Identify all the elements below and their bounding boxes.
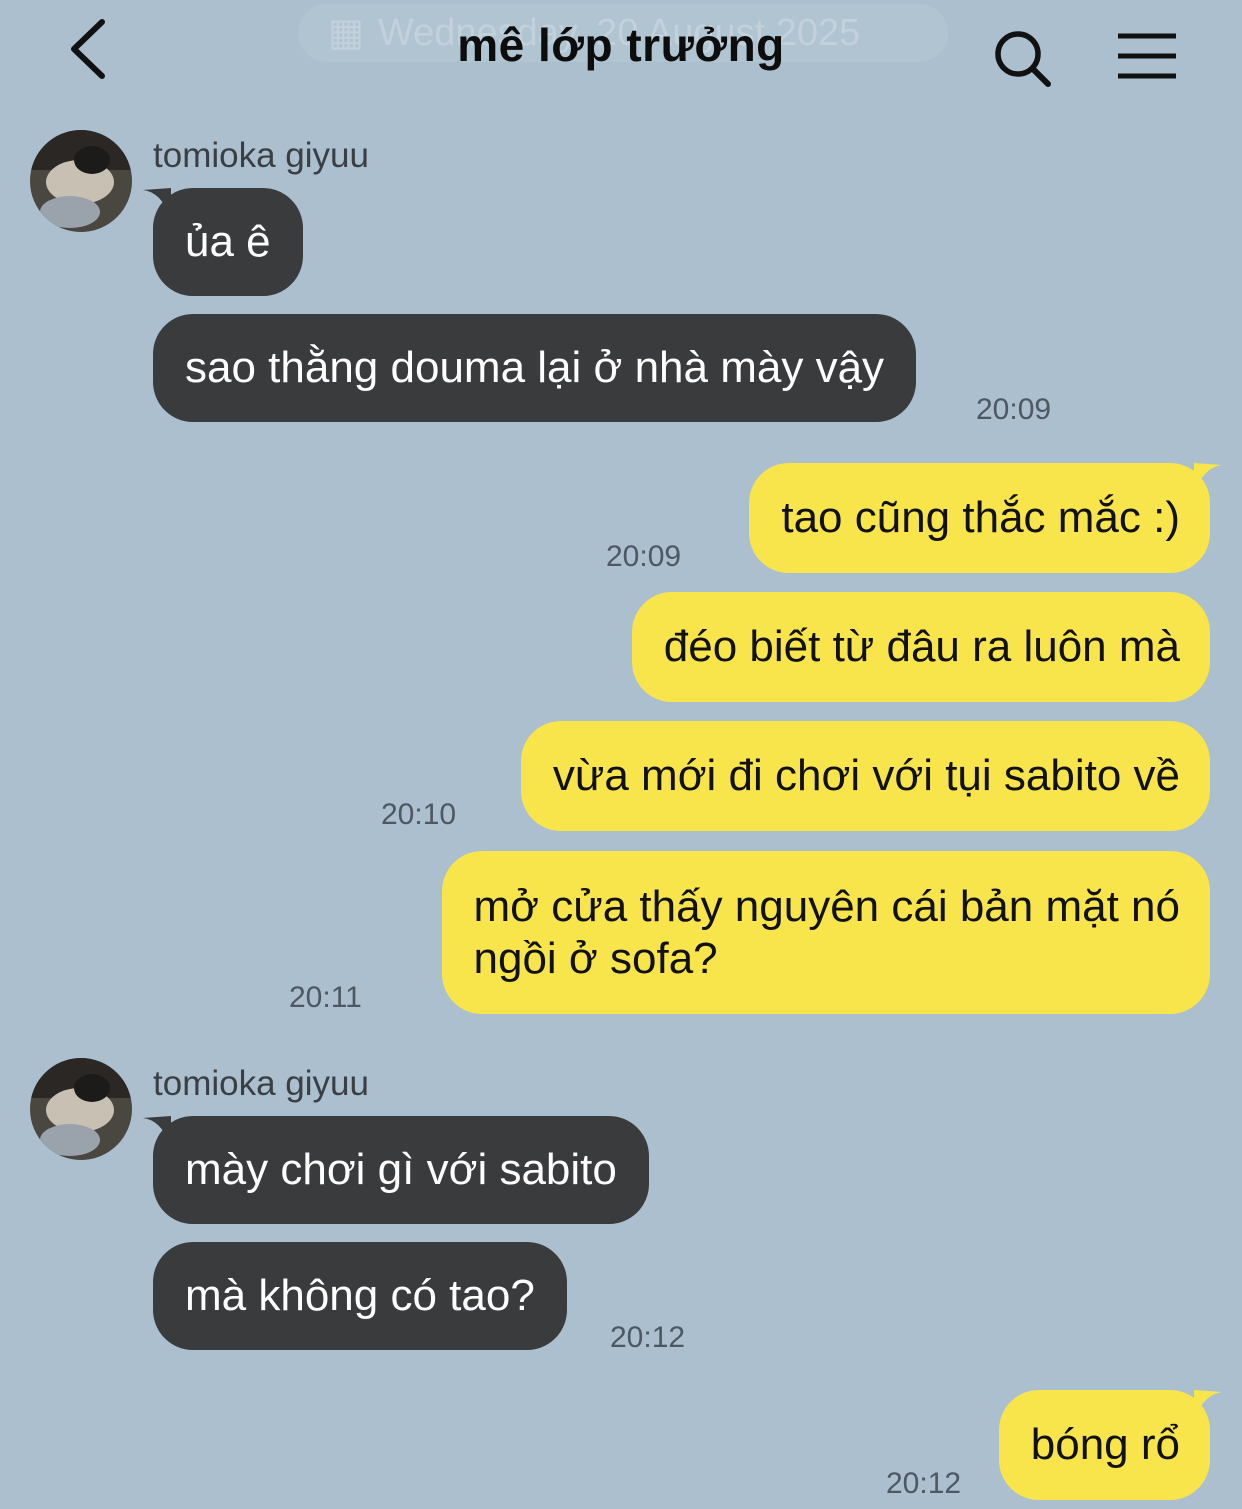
bubble-tail [143, 1116, 171, 1146]
message-text: vừa mới đi chơi với tụi sabito về [552, 751, 1180, 800]
search-icon [995, 31, 1051, 87]
message-text-line: mở cửa thấy nguyên cái bản mặt nó [473, 881, 1180, 931]
message-bubble-incoming[interactable]: sao thằng douma lại ở nhà mày vậy [153, 314, 917, 422]
message-time: 20:09 [606, 540, 682, 573]
avatar[interactable] [30, 1058, 132, 1160]
message-text: đéo biết từ đâu ra luôn mà [663, 622, 1180, 671]
bubble-tail [143, 188, 171, 218]
message-text: mày chơi gì với sabito [185, 1145, 617, 1194]
message-text: tao cũng thắc mắc :) [781, 493, 1180, 542]
message-time: 20:10 [381, 798, 457, 831]
search-button[interactable] [990, 26, 1056, 92]
message-text: sao thằng douma lại ở nhà mày vậy [185, 343, 885, 392]
bubble-tail [1194, 1390, 1222, 1420]
sender-name: tomioka giyuu [153, 136, 369, 175]
message-bubble-outgoing[interactable]: đéo biết từ đâu ra luôn mà [631, 592, 1210, 702]
message-bubble-outgoing[interactable]: bóng rổ [998, 1390, 1222, 1500]
message-time: 20:12 [610, 1321, 686, 1354]
message-time: 20:11 [289, 981, 362, 1014]
message-bubble-outgoing[interactable]: mở cửa thấy nguyên cái bản mặt nó ngồi ở… [441, 851, 1210, 1014]
message-text-line: ngồi ở sofa? [473, 933, 718, 983]
menu-button[interactable] [1114, 30, 1180, 84]
bubble-tail [1194, 463, 1222, 493]
chat-header: ▦ Wednesday, 20 August 2025 mê lớp trưởng [0, 0, 1242, 100]
message-bubble-outgoing[interactable]: tao cũng thắc mắc :) [749, 463, 1222, 573]
sender-name: tomioka giyuu [153, 1064, 369, 1103]
message-bubble-incoming[interactable]: mà không có tao? [153, 1242, 567, 1350]
message-text: mà không có tao? [185, 1271, 535, 1320]
message-time: 20:12 [886, 1467, 962, 1500]
message-time: 20:09 [976, 393, 1052, 426]
message-bubble-outgoing[interactable]: vừa mới đi chơi với tụi sabito về [520, 721, 1210, 831]
message-bubble-incoming[interactable]: mày chơi gì với sabito [143, 1116, 649, 1224]
message-bubble-incoming[interactable]: ủa ê [143, 188, 303, 296]
avatar[interactable] [30, 130, 132, 232]
menu-icon [1118, 33, 1176, 79]
message-text: bóng rổ [1030, 1420, 1180, 1469]
message-text: ủa ê [185, 217, 271, 266]
